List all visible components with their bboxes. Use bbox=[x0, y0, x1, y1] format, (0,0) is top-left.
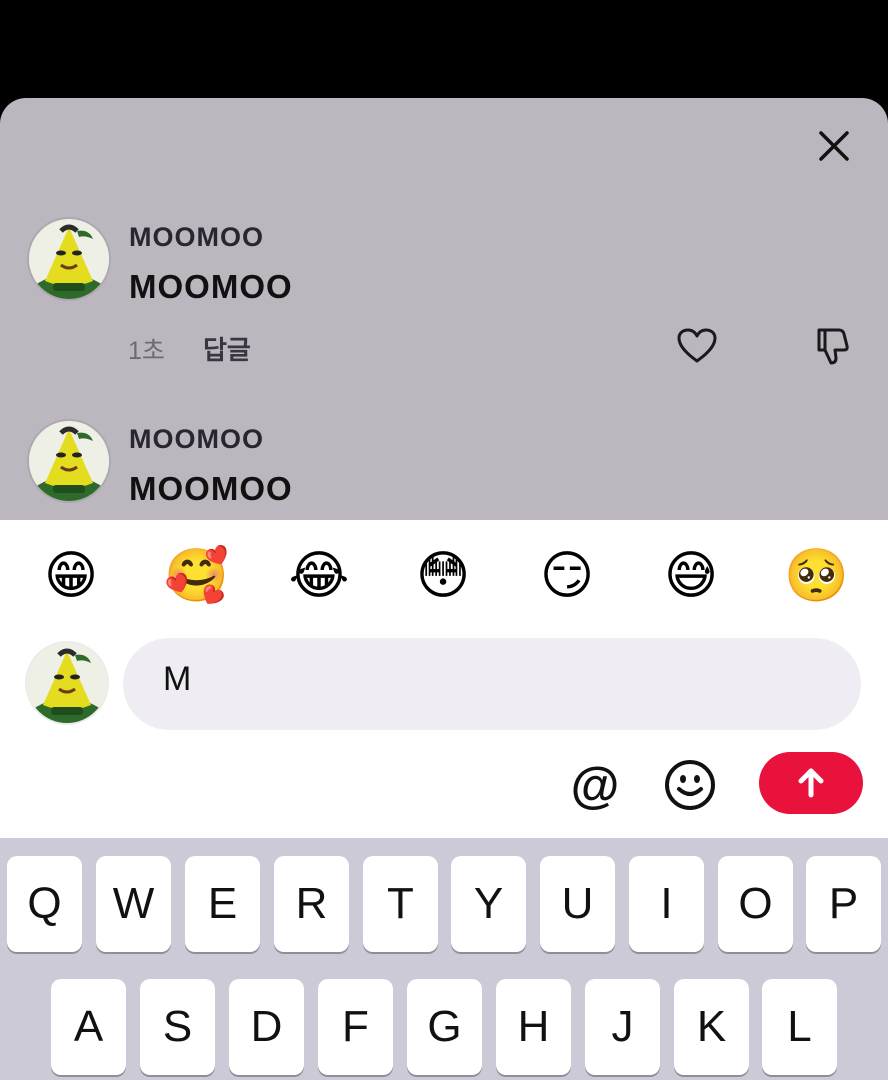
avatar-image bbox=[29, 219, 109, 299]
comments-sheet bbox=[0, 98, 888, 520]
mention-button[interactable]: @ bbox=[567, 757, 623, 813]
arrow-up-icon bbox=[798, 768, 824, 798]
key-l[interactable]: L bbox=[762, 979, 837, 1075]
like-button[interactable] bbox=[674, 324, 720, 368]
heart-icon bbox=[677, 328, 717, 363]
reply-button[interactable]: 답글 bbox=[203, 330, 251, 367]
emoji-quick-3[interactable]: 😂 bbox=[288, 545, 350, 607]
comment-username[interactable]: MOOMOO bbox=[129, 424, 264, 455]
key-g[interactable]: G bbox=[407, 979, 482, 1075]
dislike-button[interactable] bbox=[810, 324, 856, 368]
comment-username[interactable]: MOOMOO bbox=[129, 222, 264, 253]
key-h[interactable]: H bbox=[496, 979, 571, 1075]
comment-time: 1초 bbox=[128, 337, 165, 365]
comment-text: MOOMOO bbox=[129, 268, 293, 305]
key-u[interactable]: U bbox=[540, 856, 615, 952]
comment-input-value: M bbox=[163, 660, 193, 698]
key-e[interactable]: E bbox=[185, 856, 260, 952]
key-r[interactable]: R bbox=[274, 856, 349, 952]
avatar-image bbox=[27, 643, 107, 723]
key-i[interactable]: I bbox=[629, 856, 704, 952]
key-t[interactable]: T bbox=[363, 856, 438, 952]
emoji-button[interactable] bbox=[662, 757, 718, 813]
key-f[interactable]: F bbox=[318, 979, 393, 1075]
emoji-quick-7[interactable]: 🥺 bbox=[784, 545, 849, 607]
emoji-icon bbox=[665, 760, 715, 810]
key-d[interactable]: D bbox=[229, 979, 304, 1075]
emoji-quick-1[interactable]: 😁 bbox=[40, 545, 102, 607]
key-w[interactable]: W bbox=[96, 856, 171, 952]
key-p[interactable]: P bbox=[806, 856, 881, 952]
close-icon bbox=[819, 131, 849, 161]
avatar[interactable] bbox=[29, 219, 109, 299]
key-s[interactable]: S bbox=[140, 979, 215, 1075]
key-o[interactable]: O bbox=[718, 856, 793, 952]
comment-text: MOOMOO bbox=[129, 470, 293, 507]
close-button[interactable] bbox=[812, 124, 856, 168]
key-k[interactable]: K bbox=[674, 979, 749, 1075]
my-avatar bbox=[27, 643, 107, 723]
emoji-quick-6[interactable]: 😅 bbox=[660, 545, 722, 607]
avatar[interactable] bbox=[29, 421, 109, 501]
key-a[interactable]: A bbox=[51, 979, 126, 1075]
emoji-quick-5[interactable]: 😏 bbox=[536, 545, 598, 607]
key-y[interactable]: Y bbox=[451, 856, 526, 952]
avatar-image bbox=[29, 421, 109, 501]
emoji-quick-4[interactable]: 😳 bbox=[412, 545, 474, 607]
comment-input[interactable]: M bbox=[123, 638, 861, 730]
send-button[interactable] bbox=[759, 752, 863, 814]
thumbs-down-icon bbox=[817, 328, 849, 365]
emoji-quick-2[interactable]: 🥰 bbox=[164, 545, 229, 607]
key-j[interactable]: J bbox=[585, 979, 660, 1075]
key-q[interactable]: Q bbox=[7, 856, 82, 952]
